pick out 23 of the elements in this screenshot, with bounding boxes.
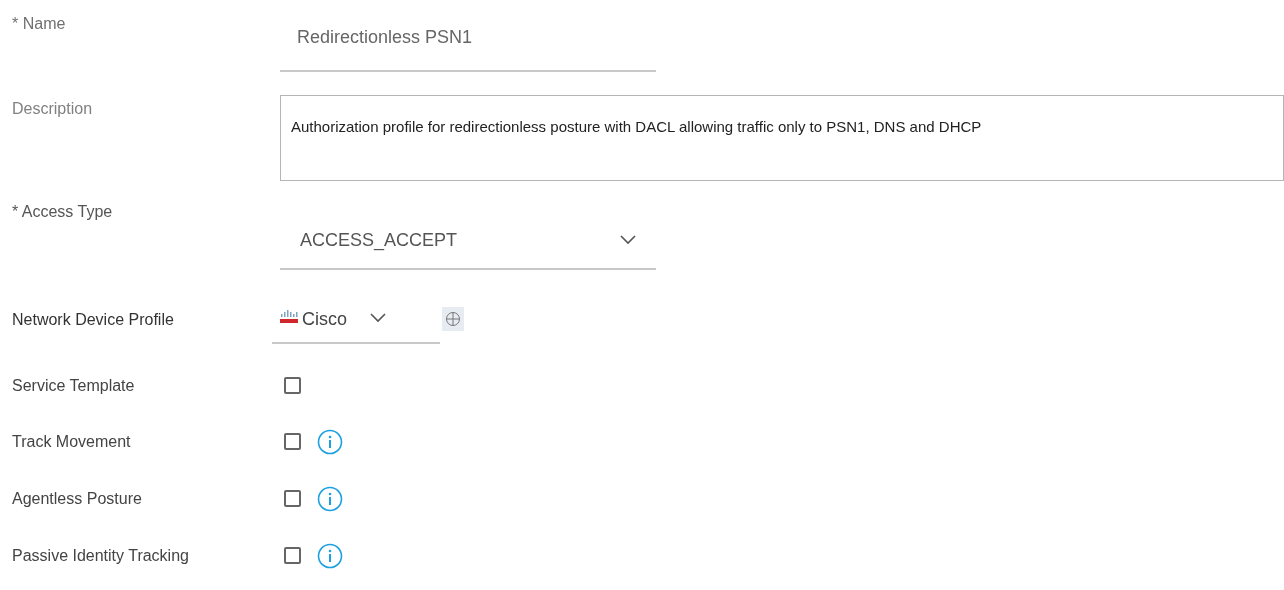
checkbox[interactable] <box>284 490 301 507</box>
checkbox-label: Track Movement <box>12 431 132 452</box>
checkbox-label: Passive Identity Tracking <box>12 545 190 566</box>
field-label: * Name <box>12 14 67 34</box>
checkbox[interactable] <box>284 377 301 394</box>
info-icon[interactable] <box>317 485 343 512</box>
field-label: Network Device Profile <box>12 310 175 330</box>
access-type-dropdown[interactable]: ACCESS_ACCEPT <box>280 200 656 270</box>
network-logo-icon <box>280 310 298 324</box>
chevron-down-icon <box>620 235 636 245</box>
description-field[interactable]: Authorization profile for redirectionless posture with DACL allowing traffic only to PSN1, DNS and DHCP <box>280 95 1284 181</box>
name-field[interactable]: Redirectionless PSN1 <box>280 12 656 72</box>
crosshair-icon[interactable] <box>442 307 464 331</box>
checkbox-label: Agentless Posture <box>12 488 143 509</box>
checkbox[interactable] <box>284 547 301 564</box>
checkbox-label: Service Template <box>12 375 136 396</box>
field-label: Description <box>12 99 94 119</box>
checkbox[interactable] <box>284 433 301 450</box>
field-label: * Access Type <box>12 202 114 222</box>
info-icon[interactable] <box>317 542 343 569</box>
device-profile-dropdown[interactable]: Cisco <box>272 298 440 344</box>
info-icon[interactable] <box>317 428 343 455</box>
chevron-down-icon <box>370 313 386 323</box>
